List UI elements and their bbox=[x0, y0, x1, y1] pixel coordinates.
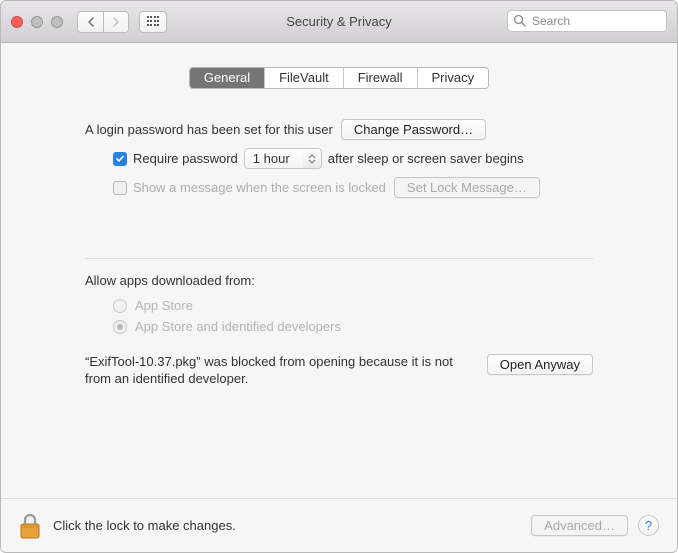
chevron-right-icon bbox=[112, 17, 120, 27]
footer: Click the lock to make changes. Advanced… bbox=[1, 498, 677, 552]
grid-icon bbox=[147, 16, 159, 28]
open-anyway-button[interactable]: Open Anyway bbox=[487, 354, 593, 375]
set-lock-message-button: Set Lock Message… bbox=[394, 177, 540, 198]
tab-filevault[interactable]: FileVault bbox=[264, 68, 343, 88]
radio-app-store-label: App Store bbox=[135, 298, 193, 313]
zoom-window-button[interactable] bbox=[51, 16, 63, 28]
tab-privacy[interactable]: Privacy bbox=[417, 68, 489, 88]
lock-text: Click the lock to make changes. bbox=[53, 518, 236, 533]
preferences-window: Security & Privacy Search General FileVa… bbox=[0, 0, 678, 553]
help-button[interactable]: ? bbox=[638, 515, 659, 536]
show-message-label: Show a message when the screen is locked bbox=[133, 180, 386, 195]
radio-identified-developers-label: App Store and identified developers bbox=[135, 319, 341, 334]
blocked-app-message: “ExifTool-10.37.pkg” was blocked from op… bbox=[85, 354, 465, 388]
lock-icon[interactable] bbox=[19, 512, 41, 540]
window-controls bbox=[11, 16, 63, 28]
require-password-checkbox[interactable] bbox=[113, 152, 127, 166]
minimize-window-button[interactable] bbox=[31, 16, 43, 28]
require-password-delay-select[interactable]: 1 hour bbox=[244, 148, 322, 169]
tab-general[interactable]: General bbox=[190, 68, 264, 88]
search-input[interactable]: Search bbox=[507, 10, 667, 32]
tab-firewall[interactable]: Firewall bbox=[343, 68, 417, 88]
radio-identified-developers bbox=[113, 320, 127, 334]
show-all-button[interactable] bbox=[139, 11, 167, 33]
chevron-left-icon bbox=[87, 17, 95, 27]
forward-button[interactable] bbox=[103, 11, 129, 33]
after-sleep-text: after sleep or screen saver begins bbox=[328, 151, 524, 166]
checkmark-icon bbox=[115, 154, 125, 164]
nav-buttons bbox=[77, 11, 129, 33]
allow-apps-heading: Allow apps downloaded from: bbox=[85, 273, 593, 288]
divider bbox=[85, 258, 593, 259]
titlebar: Security & Privacy Search bbox=[1, 1, 677, 43]
window-title: Security & Privacy bbox=[286, 14, 391, 29]
back-button[interactable] bbox=[77, 11, 103, 33]
show-message-checkbox[interactable] bbox=[113, 181, 127, 195]
radio-app-store bbox=[113, 299, 127, 313]
tabs: General FileVault Firewall Privacy bbox=[189, 67, 489, 89]
require-password-label: Require password bbox=[133, 151, 238, 166]
close-window-button[interactable] bbox=[11, 16, 23, 28]
advanced-button[interactable]: Advanced… bbox=[531, 515, 628, 536]
change-password-button[interactable]: Change Password… bbox=[341, 119, 486, 140]
login-password-text: A login password has been set for this u… bbox=[85, 122, 333, 137]
delay-value: 1 hour bbox=[253, 151, 290, 166]
question-mark-icon: ? bbox=[645, 518, 652, 533]
search-icon bbox=[513, 14, 526, 27]
stepper-icon bbox=[303, 149, 321, 168]
search-placeholder: Search bbox=[532, 14, 570, 28]
